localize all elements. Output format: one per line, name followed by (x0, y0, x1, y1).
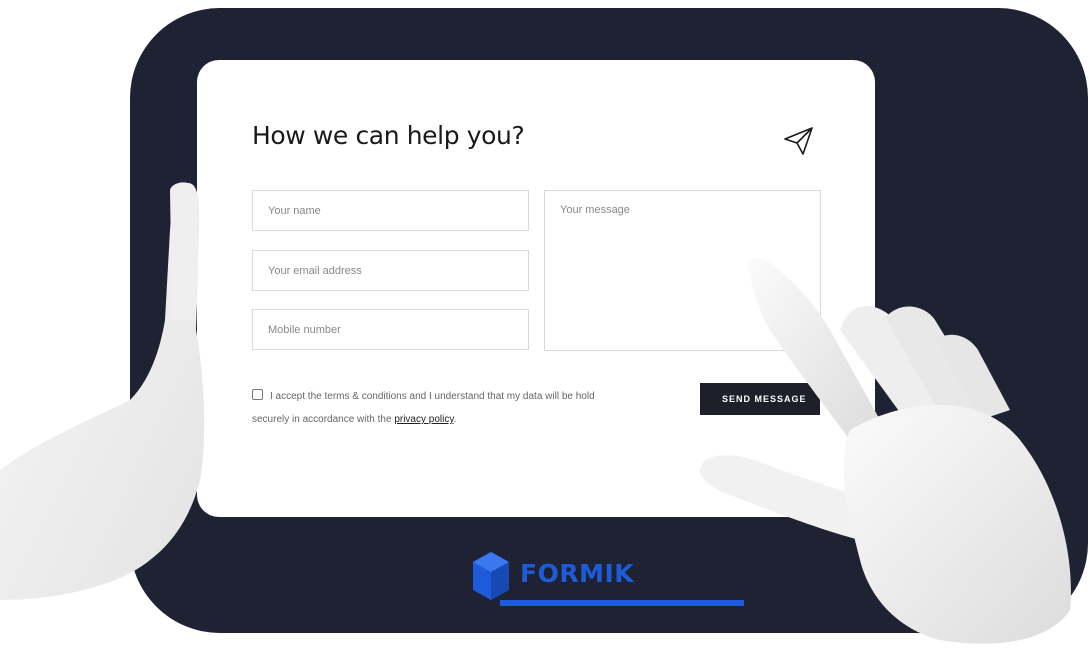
send-message-button[interactable]: SEND MESSAGE (700, 383, 820, 415)
message-field[interactable] (544, 190, 821, 351)
form-title: How we can help you? (252, 121, 525, 150)
cube-icon (473, 552, 509, 600)
email-field[interactable] (252, 250, 529, 291)
consent-period: . (453, 414, 457, 425)
name-field[interactable] (252, 190, 529, 231)
mobile-field[interactable] (252, 309, 529, 350)
brand-underline (500, 600, 744, 606)
paper-plane-icon (784, 127, 813, 155)
consent-text: I accept the terms & conditions and I un… (252, 385, 632, 431)
brand-logo: FORMIK (470, 548, 750, 608)
privacy-policy-link[interactable]: privacy policy (394, 414, 453, 425)
brand-name: FORMIK (520, 559, 635, 588)
stage: How we can help you? I accept the terms … (0, 0, 1090, 665)
